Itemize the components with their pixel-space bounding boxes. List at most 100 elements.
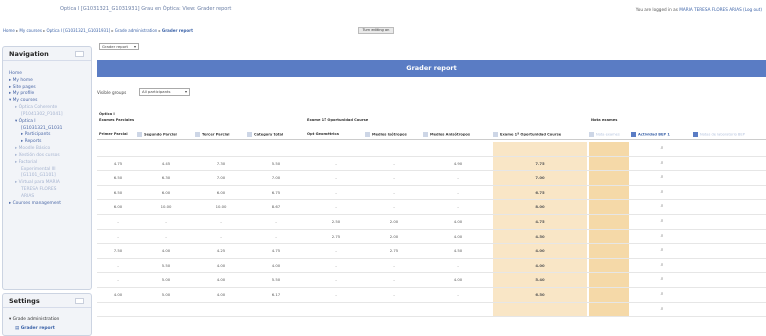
grade-cell[interactable]: - (195, 215, 247, 229)
magnifier-icon[interactable]: ⌕ (657, 157, 667, 171)
grade-cell[interactable] (589, 273, 629, 287)
grade-cell[interactable]: - (423, 200, 493, 214)
grade-cell[interactable] (589, 288, 629, 302)
grade-cell[interactable] (195, 303, 247, 317)
turn-editing-button[interactable]: Turn editing on (358, 27, 394, 34)
grade-cell[interactable] (307, 142, 365, 156)
magnifier-icon[interactable]: ⌕ (657, 244, 667, 258)
grade-cell[interactable]: 4.00 (493, 258, 587, 273)
login-user-link[interactable]: MARIA TERESA FLORES ARIAS (Log out) (679, 7, 762, 12)
grade-cell[interactable]: 4.25 (195, 244, 247, 258)
nav-item-xestion[interactable]: ▸ Xestión dos cursos (9, 153, 63, 160)
visible-groups-select[interactable]: All participants (139, 88, 190, 96)
magnifier-icon[interactable]: ⌕ (657, 288, 667, 302)
grade-cell[interactable]: 4.00 (137, 244, 195, 258)
grade-cell[interactable]: 2.50 (307, 215, 365, 229)
grade-cell[interactable]: 8.00 (493, 200, 587, 214)
grade-cell[interactable] (247, 142, 305, 156)
grade-cell[interactable]: 6.00 (99, 200, 137, 214)
grade-cell[interactable] (589, 302, 629, 317)
report-type-select[interactable]: Grader report (99, 43, 139, 50)
grade-cell[interactable]: 2.00 (365, 230, 423, 244)
settings-item-grader-report[interactable]: ▤ Grader report (15, 326, 55, 331)
magnifier-icon[interactable]: ⌕ (657, 303, 667, 317)
column-header[interactable]: Tercer Parcial (195, 132, 247, 137)
grade-cell[interactable]: 4.50 (493, 229, 587, 244)
grade-cell[interactable] (493, 142, 587, 156)
grade-cell[interactable]: 5.50 (137, 259, 195, 273)
grade-cell[interactable]: - (423, 171, 493, 185)
grade-cell[interactable]: 4.00 (423, 215, 493, 229)
grade-cell[interactable]: 6.00 (195, 186, 247, 200)
grade-cell[interactable]: 5.00 (137, 273, 195, 287)
magnifier-icon[interactable]: ⌕ (657, 215, 667, 229)
magnifier-icon[interactable]: ⌕ (657, 230, 667, 244)
grade-cell[interactable] (589, 229, 629, 244)
grade-cell[interactable]: 6.75 (493, 185, 587, 200)
grade-cell[interactable]: - (99, 273, 137, 287)
column-header[interactable]: Notas de laboratorio BEP (693, 132, 765, 137)
column-header[interactable]: Exame 1ª Oportunidad Course (493, 132, 587, 137)
grade-cell[interactable]: 5.00 (137, 288, 195, 302)
column-header[interactable]: Opt Geométrica (307, 132, 365, 136)
magnifier-icon[interactable]: ⌕ (657, 186, 667, 200)
grade-cell[interactable] (493, 302, 587, 317)
grade-cell[interactable] (589, 156, 629, 171)
grade-cell[interactable]: - (307, 171, 365, 185)
grade-cell[interactable]: 6.75 (247, 186, 305, 200)
grade-cell[interactable]: 6.50 (99, 186, 137, 200)
column-header[interactable]: Segundo Parcial (137, 132, 195, 137)
breadcrumb-home[interactable]: Home (3, 28, 15, 33)
grade-cell[interactable] (99, 303, 137, 317)
grade-cell[interactable]: 4.50 (423, 244, 493, 258)
grade-cell[interactable]: - (423, 186, 493, 200)
column-header[interactable]: Medios Isótropos (365, 132, 423, 137)
grade-cell[interactable]: - (307, 186, 365, 200)
magnifier-icon[interactable]: ⌕ (657, 273, 667, 287)
grade-cell[interactable]: - (365, 157, 423, 171)
breadcrumb-course[interactable]: Optica I [G1031321_G1031931] (47, 28, 111, 33)
block-toggle-icon[interactable] (75, 298, 84, 304)
column-header[interactable]: Primer Parcial (99, 132, 137, 136)
grade-cell[interactable]: 5.50 (247, 157, 305, 171)
grade-cell[interactable] (589, 171, 629, 185)
grade-cell[interactable] (423, 142, 493, 156)
grade-cell[interactable] (589, 258, 629, 273)
grade-cell[interactable]: 5.40 (493, 273, 587, 287)
grade-cell[interactable]: 5.50 (247, 273, 305, 287)
grade-cell[interactable]: 4.45 (137, 157, 195, 171)
grade-cell[interactable]: 6.00 (137, 186, 195, 200)
breadcrumb-grades[interactable]: Grade administration (115, 28, 158, 33)
grade-cell[interactable]: - (99, 259, 137, 273)
nav-item-optica-coherente[interactable]: ▸ Óptica Coherente (9, 105, 63, 112)
column-header[interactable]: Category total (247, 132, 305, 137)
grade-cell[interactable]: - (307, 259, 365, 273)
grade-cell[interactable]: - (247, 215, 305, 229)
grade-cell[interactable]: - (423, 288, 493, 302)
grade-cell[interactable]: 10.00 (195, 200, 247, 214)
grade-cell[interactable]: - (365, 186, 423, 200)
grade-cell[interactable]: 6.30 (137, 171, 195, 185)
column-header[interactable]: Nota exames (589, 132, 629, 137)
magnifier-icon[interactable]: ⌕ (657, 259, 667, 273)
block-toggle-icon[interactable] (75, 51, 84, 57)
magnifier-icon[interactable]: ⌕ (657, 171, 667, 185)
grade-cell[interactable]: 2.75 (365, 244, 423, 258)
grade-cell[interactable]: 7.30 (195, 157, 247, 171)
grade-cell[interactable] (195, 142, 247, 156)
grade-cell[interactable] (137, 303, 195, 317)
grade-cell[interactable]: - (365, 288, 423, 302)
grade-cell[interactable] (365, 303, 423, 317)
grade-cell[interactable] (99, 142, 137, 156)
nav-item-my-home[interactable]: ▸ My home (9, 78, 63, 85)
grade-cell[interactable]: - (365, 259, 423, 273)
grade-cell[interactable] (247, 303, 305, 317)
nav-item-moodle-basico[interactable]: ▸ Moodle Básico (9, 146, 63, 153)
grade-cell[interactable]: - (365, 200, 423, 214)
grade-cell[interactable] (589, 215, 629, 229)
grade-cell[interactable]: 7.75 (493, 156, 587, 171)
column-header[interactable]: Actividad BEP 1 (631, 132, 691, 137)
grade-cell[interactable] (589, 200, 629, 214)
column-header[interactable]: Medios Anisótropos (423, 132, 493, 137)
grade-cell[interactable]: - (99, 230, 137, 244)
